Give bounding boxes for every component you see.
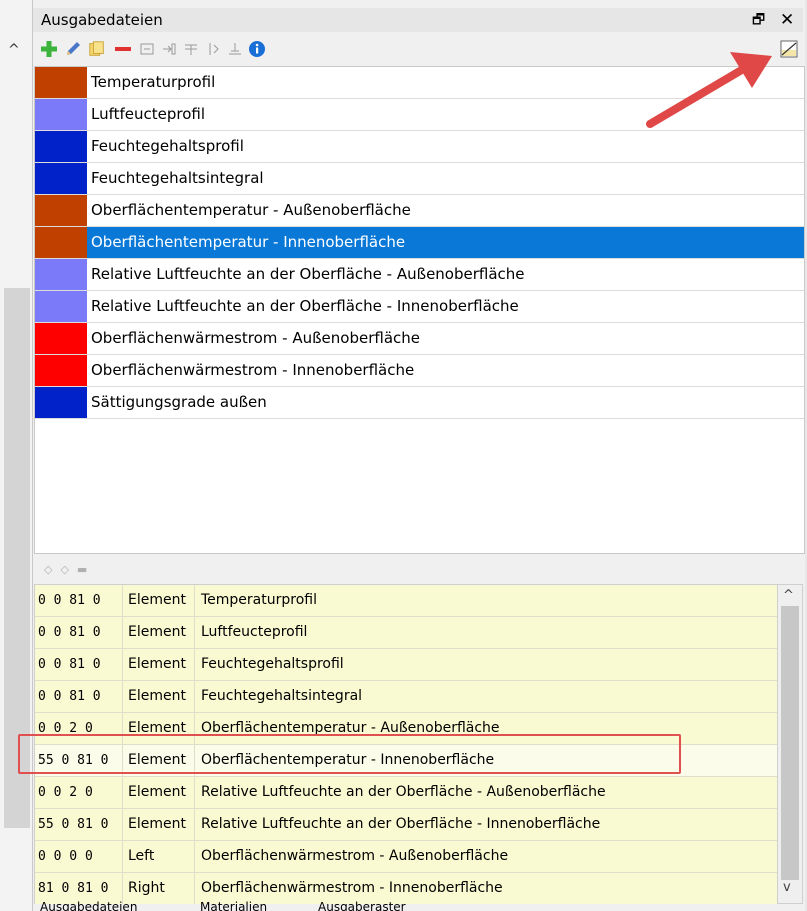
color-swatch	[35, 195, 87, 226]
coords-cell: 55 0 81 0	[35, 809, 123, 840]
coords-cell: 0 0 2 0	[35, 777, 123, 808]
type-cell: Element	[123, 649, 195, 680]
type-cell: Element	[123, 585, 195, 616]
type-cell: Element	[123, 809, 195, 840]
tab-output-grid[interactable]: Ausgaberaster	[318, 900, 406, 911]
splitter-controls: ◇◇▬	[44, 563, 96, 576]
toggle-view-icon[interactable]	[780, 40, 798, 58]
list-item-label: Oberflächenwärmestrom - Innenoberfläche	[91, 361, 415, 379]
name-cell: Oberflächenwärmestrom - Außenoberfläche	[201, 848, 509, 864]
scroll-up-icon[interactable]: ^	[8, 42, 20, 58]
list-item[interactable]: Oberflächentemperatur - Innenoberfläche	[35, 227, 804, 259]
list-item[interactable]: Oberflächenwärmestrom - Außenoberfläche	[35, 323, 804, 355]
list-item[interactable]: Oberflächenwärmestrom - Innenoberfläche	[35, 355, 804, 387]
list-item-label: Sättigungsgrade außen	[91, 393, 267, 411]
info-icon[interactable]	[248, 40, 266, 58]
color-swatch	[35, 131, 87, 162]
list-item[interactable]: Oberflächentemperatur - Außenoberfläche	[35, 195, 804, 227]
name-cell: Oberflächenwärmestrom - Innenoberfläche	[201, 880, 503, 896]
split-icon[interactable]	[204, 40, 222, 58]
type-cell: Element	[123, 777, 195, 808]
tab-materials[interactable]: Materialien	[200, 900, 267, 911]
panel-title: Ausgabedateien	[41, 11, 163, 29]
list-item-label: Feuchtegehaltsprofil	[91, 137, 244, 155]
table-row[interactable]: 0 0 0 0 Left Oberflächenwärmestrom - Außen…	[35, 841, 777, 873]
name-cell: Feuchtegehaltsintegral	[201, 688, 363, 704]
name-cell: Feuchtegehaltsprofil	[201, 656, 344, 672]
remove-icon[interactable]	[114, 40, 132, 58]
list-item-label: Feuchtegehaltsintegral	[91, 169, 264, 187]
coords-cell: 0 0 0 0	[35, 841, 123, 872]
color-swatch	[35, 259, 87, 290]
table-row[interactable]: 55 0 81 0 Element Relative Luftfeuchte an …	[35, 809, 777, 841]
coords-cell: 0 0 81 0	[35, 681, 123, 712]
add-icon[interactable]	[40, 40, 58, 58]
list-item-label: Luftfeucteprofil	[91, 105, 206, 123]
type-cell: Left	[123, 841, 195, 872]
table-scrollbar-thumb[interactable]	[781, 606, 799, 880]
name-cell: Temperaturprofil	[201, 592, 317, 608]
table-row[interactable]: 0 0 2 0 Element Relative Luftfeuchte an de…	[35, 777, 777, 809]
move-icon[interactable]	[160, 40, 178, 58]
name-cell: Luftfeucteprofil	[201, 624, 308, 640]
edit-icon[interactable]	[64, 40, 82, 58]
list-item-label: Temperaturprofil	[91, 73, 216, 91]
table-row[interactable]: 0 0 81 0 Element Luftfeucteprofil	[35, 617, 777, 649]
type-cell: Element	[123, 617, 195, 648]
coords-cell: 0 0 81 0	[35, 585, 123, 616]
export-icon[interactable]	[138, 40, 156, 58]
table-row[interactable]: 0 0 81 0 Element Temperaturprofil	[35, 585, 777, 617]
coords-cell: 0 0 81 0	[35, 649, 123, 680]
color-swatch	[35, 387, 87, 418]
float-window-icon[interactable]: 🗗	[752, 8, 765, 32]
list-item-label: Oberflächentemperatur - Innenoberfläche	[91, 233, 406, 251]
output-list[interactable]: Temperaturprofil Luftfeucteprofil Feuchteg…	[34, 66, 805, 554]
color-swatch	[35, 99, 87, 130]
list-item[interactable]: Feuchtegehaltsprofil	[35, 131, 804, 163]
color-swatch	[35, 67, 87, 98]
name-cell: Relative Luftfeuchte an der Oberfläche -…	[201, 816, 601, 832]
list-item-label: Oberflächenwärmestrom - Außenoberfläche	[91, 329, 420, 347]
table-row[interactable]: 0 0 81 0 Element Feuchtegehaltsprofil	[35, 649, 777, 681]
name-cell: Relative Luftfeuchte an der Oberfläche -…	[201, 784, 606, 800]
color-swatch	[35, 291, 87, 322]
scroll-up-icon[interactable]: ^	[783, 588, 794, 603]
list-item[interactable]: Feuchtegehaltsintegral	[35, 163, 804, 195]
type-cell: Element	[123, 681, 195, 712]
list-item[interactable]: Sättigungsgrade außen	[35, 387, 804, 419]
color-swatch	[35, 227, 87, 258]
annotation-arrow	[646, 52, 772, 128]
grid-icon[interactable]	[182, 40, 200, 58]
list-item[interactable]: Relative Luftfeuchte an der Oberfläche -…	[35, 259, 804, 291]
color-swatch	[35, 323, 87, 354]
color-swatch	[35, 163, 87, 194]
bottom-tab-strip	[34, 904, 803, 911]
tab-output-files[interactable]: Ausgabedateien	[40, 900, 137, 911]
align-icon[interactable]	[226, 40, 244, 58]
list-item-label: Oberflächentemperatur - Außenoberfläche	[91, 201, 411, 219]
close-icon[interactable]: ✕	[780, 8, 794, 32]
list-item-label: Relative Luftfeuchte an der Oberfläche -…	[91, 265, 525, 283]
color-swatch	[35, 355, 87, 386]
annotation-highlight-box	[18, 734, 681, 774]
coords-cell: 0 0 81 0	[35, 617, 123, 648]
copy-icon[interactable]	[88, 40, 106, 58]
list-item-label: Relative Luftfeuchte an der Oberfläche -…	[91, 297, 519, 315]
table-row[interactable]: 81 0 81 0 Right Oberflächenwärmestrom - In…	[35, 873, 777, 905]
scroll-down-icon[interactable]: v	[783, 880, 791, 895]
list-item[interactable]: Relative Luftfeuchte an der Oberfläche -…	[35, 291, 804, 323]
table-row[interactable]: 0 0 81 0 Element Feuchtegehaltsintegral	[35, 681, 777, 713]
